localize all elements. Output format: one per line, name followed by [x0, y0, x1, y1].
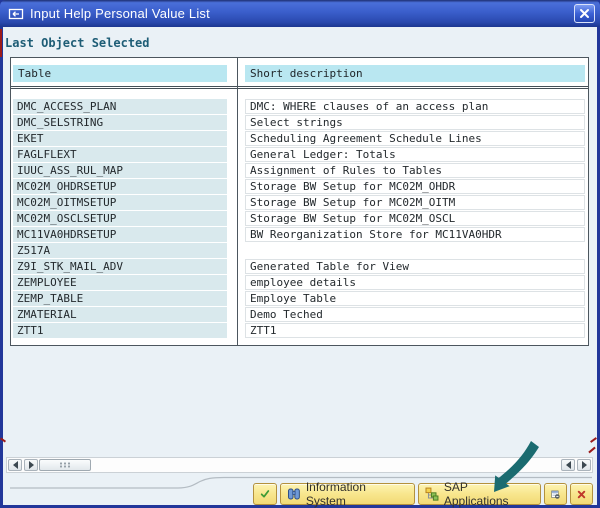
close-icon: [580, 9, 589, 18]
table-row[interactable]: ZMATERIAL Demo Teched: [11, 307, 588, 323]
table-name-cell[interactable]: ZMATERIAL: [13, 307, 227, 322]
column-header-table[interactable]: Table: [13, 65, 227, 82]
title-bar[interactable]: Input Help Personal Value List: [0, 0, 600, 27]
table-header-row: Table Short description: [11, 58, 588, 89]
table-name-cell[interactable]: ZEMP_TABLE: [13, 291, 227, 306]
red-x-icon: [577, 490, 586, 498]
arrow-left-icon: [12, 461, 18, 469]
column-header-short-description[interactable]: Short description: [245, 65, 585, 82]
green-check-icon: [260, 490, 270, 498]
arrow-left-icon: [565, 461, 571, 469]
table-name-cell[interactable]: Z9I_STK_MAIL_ADV: [13, 259, 227, 274]
close-button[interactable]: [574, 4, 595, 23]
table-body: DMC_ACCESS_PLAN DMC: WHERE clauses of an…: [11, 92, 588, 345]
short-description-cell: Storage BW Setup for MC02M_OITM: [245, 195, 585, 210]
table-row[interactable]: MC02M_OITMSETUP Storage BW Setup for MC0…: [11, 195, 588, 211]
table-row[interactable]: Z9I_STK_MAIL_ADV Generated Table for Vie…: [11, 259, 588, 275]
short-description-cell: General Ledger: Totals: [245, 147, 585, 162]
table-row[interactable]: MC02M_OHDRSETUP Storage BW Setup for MC0…: [11, 179, 588, 195]
dialog-icon: [8, 8, 24, 19]
short-description-cell: Select strings: [245, 115, 585, 130]
horizontal-scrollbar[interactable]: [6, 457, 593, 473]
section-label: Last Object Selected: [5, 36, 150, 50]
arrow-right-icon: [28, 461, 34, 469]
table-row[interactable]: Z517A: [11, 243, 588, 259]
arrow-right-icon: [581, 461, 587, 469]
short-description-cell: Assignment of Rules to Tables: [245, 163, 585, 178]
personal-value-list-button[interactable]: [544, 483, 567, 505]
table-row[interactable]: MC11VA0HDRSETUP BW Reorganization Store …: [11, 227, 588, 243]
table-name-cell[interactable]: Z517A: [13, 243, 227, 258]
table-name-cell[interactable]: MC02M_OITMSETUP: [13, 195, 227, 210]
scroll-right-step-button[interactable]: [24, 459, 38, 471]
short-description-cell: Storage BW Setup for MC02M_OSCL: [245, 211, 585, 226]
table-name-cell[interactable]: MC11VA0HDRSETUP: [13, 227, 227, 242]
table-row[interactable]: MC02M_OSCLSETUP Storage BW Setup for MC0…: [11, 211, 588, 227]
hierarchy-icon: [425, 487, 439, 501]
scroll-first-button[interactable]: [8, 459, 22, 471]
table-name-cell[interactable]: MC02M_OHDRSETUP: [13, 179, 227, 194]
information-system-label: Information System: [305, 480, 366, 508]
short-description-cell: Generated Table for View: [245, 259, 585, 274]
table-name-cell[interactable]: ZEMPLOYEE: [13, 275, 227, 290]
table-name-cell[interactable]: EKET: [13, 131, 227, 146]
short-description-cell: DMC: WHERE clauses of an access plan: [245, 99, 585, 114]
short-description-cell: employee details: [245, 275, 585, 290]
binoculars-icon: [287, 488, 300, 500]
scrollbar-thumb[interactable]: [39, 459, 91, 471]
table-name-cell[interactable]: MC02M_OSCLSETUP: [13, 211, 227, 226]
scroll-last-button[interactable]: [577, 459, 591, 471]
value-list-table: Table Short description DMC_ACCESS_PLAN …: [10, 57, 589, 346]
table-row[interactable]: ZEMP_TABLE Employe Table: [11, 291, 588, 307]
short-description-cell: Storage BW Setup for MC02M_OHDR: [245, 179, 585, 194]
table-name-cell[interactable]: FAGLFLEXT: [13, 147, 227, 162]
table-name-cell[interactable]: DMC_SELSTRING: [13, 115, 227, 130]
cancel-button[interactable]: [570, 483, 593, 505]
scroll-left-step-button[interactable]: [561, 459, 575, 471]
table-row[interactable]: FAGLFLEXT General Ledger: Totals: [11, 147, 588, 163]
short-description-cell: [245, 243, 585, 258]
table-row[interactable]: ZEMPLOYEE employee details: [11, 275, 588, 291]
short-description-cell: Scheduling Agreement Schedule Lines: [245, 131, 585, 146]
short-description-cell: BW Reorganization Store for MC11VA0HDR: [245, 227, 585, 242]
table-name-cell[interactable]: IUUC_ASS_RUL_MAP: [13, 163, 227, 178]
list-minus-icon: [551, 490, 560, 499]
confirm-button[interactable]: [253, 483, 277, 505]
annotation-mark: [0, 29, 2, 57]
grip-dots-icon: [58, 462, 72, 468]
table-row[interactable]: IUUC_ASS_RUL_MAP Assignment of Rules to …: [11, 163, 588, 179]
sap-applications-label: SAP Applications: [443, 480, 509, 508]
table-row[interactable]: DMC_SELSTRING Select strings: [11, 115, 588, 131]
table-row[interactable]: DMC_ACCESS_PLAN DMC: WHERE clauses of an…: [11, 99, 588, 115]
table-row[interactable]: ZTT1 ZTT1: [11, 323, 588, 339]
sap-applications-button[interactable]: SAP Applications: [418, 480, 541, 508]
table-row[interactable]: EKET Scheduling Agreement Schedule Lines: [11, 131, 588, 147]
window-title: Input Help Personal Value List: [30, 6, 210, 21]
short-description-cell: ZTT1: [245, 323, 585, 338]
table-name-cell[interactable]: ZTT1: [13, 323, 227, 338]
information-system-button[interactable]: Information System: [280, 480, 415, 508]
table-name-cell[interactable]: DMC_ACCESS_PLAN: [13, 99, 227, 114]
dialog-window: Input Help Personal Value List Last Obje…: [0, 0, 600, 508]
short-description-cell: Demo Teched: [245, 307, 585, 322]
short-description-cell: Employe Table: [245, 291, 585, 306]
